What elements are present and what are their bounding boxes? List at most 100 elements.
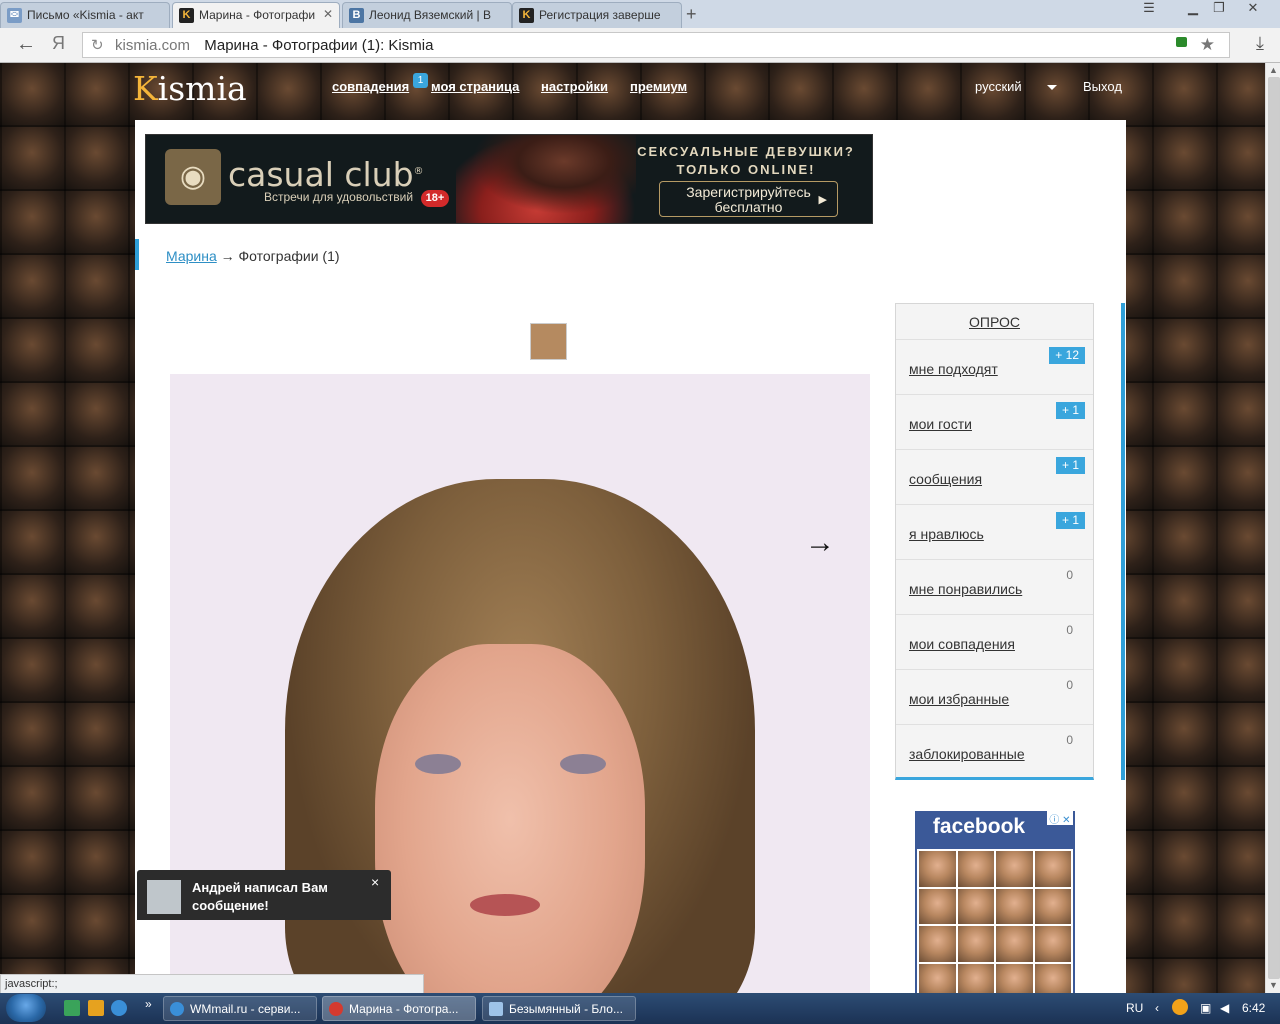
sidebar-item-blocked[interactable]: заблокированные 0: [896, 724, 1093, 780]
chevron-down-icon[interactable]: [1047, 85, 1057, 90]
ad-choices-icon[interactable]: ⓘ ✕: [1047, 811, 1073, 826]
address-bar[interactable]: ↻ kismia.com Марина - Фотографии (1): Ki…: [82, 32, 1230, 58]
sidebar-item-suitable[interactable]: мне подходят + 12: [896, 339, 1093, 395]
close-window-icon[interactable]: ✕: [1240, 0, 1266, 18]
sidebar-item-label[interactable]: мои гости: [909, 416, 972, 432]
more-icon[interactable]: »: [145, 997, 152, 1011]
photo-thumbnail[interactable]: [530, 323, 567, 360]
navigation-bar: ← Я ↻ kismia.com Марина - Фотографии (1)…: [0, 28, 1280, 63]
banner-register-button[interactable]: Зарегистрируйтесь бесплатно ▶: [659, 181, 838, 217]
nav-matches[interactable]: совпадения: [332, 79, 409, 94]
new-tab-button[interactable]: +: [686, 4, 697, 25]
sidebar-item-label[interactable]: мои совпадения: [909, 636, 1015, 652]
count-badge: + 1: [1055, 457, 1085, 474]
nav-premium[interactable]: премиум: [630, 79, 687, 94]
minimize-icon[interactable]: ▁: [1180, 0, 1206, 18]
notepad-icon: [489, 1002, 503, 1016]
count-badge: + 12: [1049, 347, 1085, 364]
lock-icon: [1176, 37, 1187, 47]
sidebar-item-i-liked[interactable]: мне понравились 0: [896, 559, 1093, 615]
sidebar-item-guests[interactable]: мои гости + 1: [896, 394, 1093, 450]
media-icon[interactable]: [88, 1000, 104, 1016]
sidebar-item-label[interactable]: я нравлюсь: [909, 526, 984, 542]
language-indicator[interactable]: RU: [1126, 1001, 1143, 1015]
page-background: Kismia совпадения 1 моя страница настрой…: [0, 63, 1265, 993]
count-badge: 0: [1066, 568, 1073, 582]
tab-kismia-photos[interactable]: K Марина - Фотографи ✕: [172, 2, 340, 28]
yandex-browser-icon: [329, 1002, 343, 1016]
tray-expand-icon[interactable]: ‹: [1155, 1001, 1159, 1015]
menu-icon[interactable]: ☰: [1136, 0, 1162, 18]
poll-link[interactable]: ОПРОС: [896, 314, 1093, 330]
sidebar-item-label[interactable]: заблокированные: [909, 746, 1025, 762]
sidebar-menu: ОПРОС мне подходят + 12 мои гости + 1 со…: [895, 303, 1094, 780]
ie-icon[interactable]: [111, 1000, 127, 1016]
kismia-icon: K: [519, 8, 534, 23]
task-kismia[interactable]: Марина - Фотогра...: [322, 996, 476, 1021]
next-photo-arrow[interactable]: →: [805, 526, 835, 560]
language-select[interactable]: русский: [975, 79, 1022, 94]
kismia-icon: K: [179, 8, 194, 23]
notification-text: Андрей написал Вам сообщение!: [192, 880, 328, 913]
kismia-logo[interactable]: Kismia: [133, 69, 247, 108]
site-header: Kismia совпадения 1 моя страница настрой…: [0, 63, 1265, 120]
count-badge: + 1: [1055, 512, 1085, 529]
facebook-ad[interactable]: facebook ⓘ ✕: [915, 811, 1075, 993]
tab-mail[interactable]: ✉ Письмо «Kismia - акт: [0, 2, 170, 28]
vertical-scrollbar[interactable]: ▲ ▼: [1265, 63, 1280, 993]
download-icon[interactable]: ⤓: [1256, 33, 1264, 54]
sidebar-item-messages[interactable]: сообщения + 1: [896, 449, 1093, 505]
nav-my-page[interactable]: моя страница: [431, 79, 519, 94]
app-icon[interactable]: [64, 1000, 80, 1016]
scroll-up-icon[interactable]: ▲: [1269, 65, 1278, 75]
nav-settings[interactable]: настройки: [541, 79, 608, 94]
photo-eye-right: [560, 754, 606, 774]
close-icon[interactable]: ×: [371, 874, 379, 890]
firefox-tray-icon[interactable]: [1172, 999, 1188, 1015]
tab-vk[interactable]: B Леонид Вяземский | В: [342, 2, 512, 28]
sidebar-item-label[interactable]: сообщения: [909, 471, 982, 487]
tab-title: Леонид Вяземский | В: [369, 8, 491, 22]
facebook-logo: facebook: [932, 815, 1026, 838]
tab-title: Марина - Фотографи: [199, 8, 316, 22]
scroll-down-icon[interactable]: ▼: [1269, 980, 1278, 990]
breadcrumb: Марина → Фотографии (1): [166, 248, 340, 264]
tab-title: Регистрация заверше: [539, 8, 661, 22]
clock[interactable]: 6:42: [1242, 1001, 1265, 1015]
sidebar-item-label[interactable]: мои избранные: [909, 691, 1009, 707]
sidebar-item-liked-me[interactable]: я нравлюсь + 1: [896, 504, 1093, 560]
breadcrumb-separator: →: [220, 248, 235, 264]
bookmark-star-icon[interactable]: ★: [1200, 35, 1215, 55]
logout-link[interactable]: Выход: [1083, 79, 1122, 94]
start-button[interactable]: [6, 994, 46, 1022]
yandex-button[interactable]: Я: [52, 33, 65, 54]
reload-icon[interactable]: ↻: [91, 36, 104, 54]
task-notepad[interactable]: Безымянный - Бло...: [482, 996, 636, 1021]
tab-close-icon[interactable]: ✕: [323, 7, 333, 21]
restore-icon[interactable]: ❐: [1206, 0, 1232, 18]
task-wmmail[interactable]: WMmail.ru - серви...: [163, 996, 317, 1021]
tab-registration[interactable]: K Регистрация заверше: [512, 2, 682, 28]
breadcrumb-accent: [135, 239, 139, 270]
casual-club-banner[interactable]: ◉ casual club® Встречи для удовольствий …: [145, 134, 873, 224]
back-button[interactable]: ←: [16, 33, 36, 56]
mail-icon: ✉: [7, 8, 22, 23]
sidebar-item-favorites[interactable]: мои избранные 0: [896, 669, 1093, 725]
sidebar-item-label[interactable]: мне подходят: [909, 361, 998, 377]
count-badge: 0: [1066, 623, 1073, 637]
count-badge: 0: [1066, 733, 1073, 747]
breadcrumb-profile-link[interactable]: Марина: [166, 248, 217, 264]
eye-logo-icon: ◉: [165, 149, 221, 205]
sidebar-item-my-matches[interactable]: мои совпадения 0: [896, 614, 1093, 670]
volume-icon[interactable]: ◀: [1220, 1001, 1229, 1015]
network-icon[interactable]: ▣: [1200, 1001, 1211, 1015]
matches-badge: 1: [413, 73, 428, 88]
play-icon: ▶: [818, 194, 827, 206]
message-notification[interactable]: Андрей написал Вам сообщение! ×: [137, 870, 391, 920]
status-bar: javascript:;: [0, 974, 424, 993]
ad-faces-grid: [917, 849, 1073, 993]
vk-icon: B: [349, 8, 364, 23]
sidebar-item-label[interactable]: мне понравились: [909, 581, 1022, 597]
scrollbar-thumb[interactable]: [1268, 77, 1280, 979]
tab-title: Письмо «Kismia - акт: [27, 8, 144, 22]
